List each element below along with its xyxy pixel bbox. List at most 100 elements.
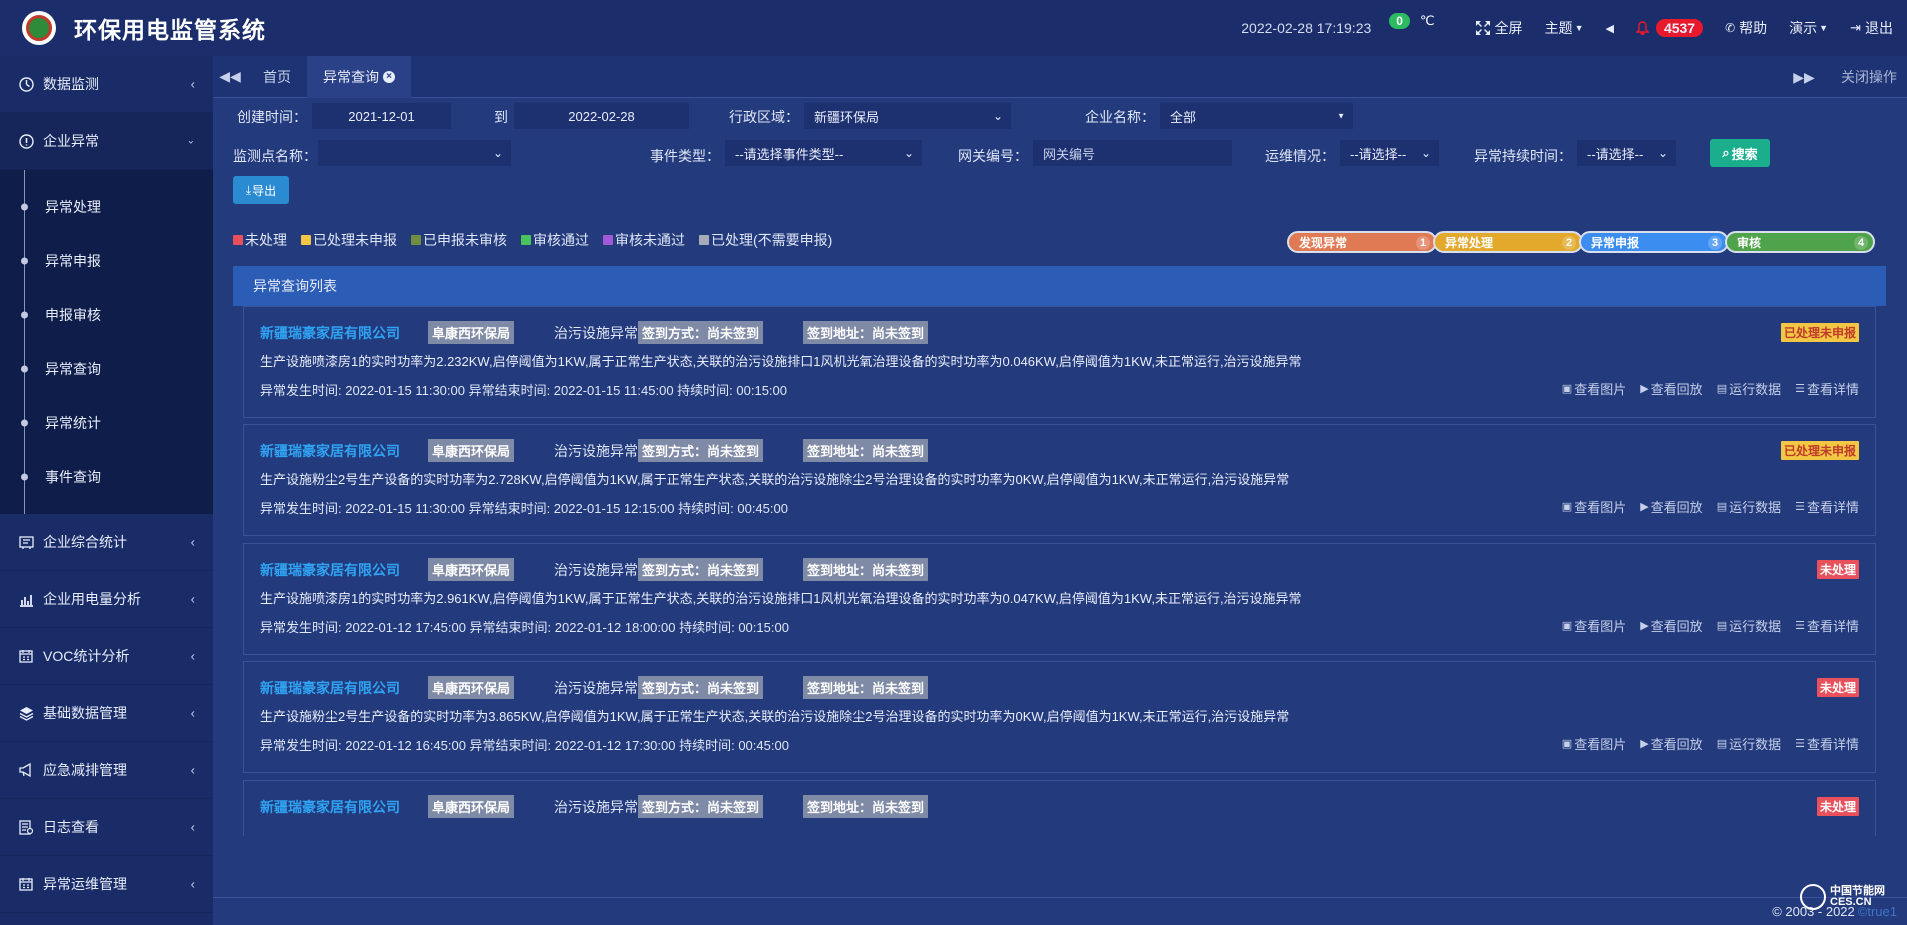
help-label: 帮助 xyxy=(1739,20,1768,36)
sidebar-item-label: VOC统计分析 xyxy=(43,648,130,664)
logout-button[interactable]: ⇥ 退出 xyxy=(1850,18,1893,38)
action-video-link[interactable]: ▶ 查看回放 xyxy=(1640,379,1702,398)
sign-address-tag: 签到地址：尚未签到 xyxy=(803,676,929,699)
calendar-icon xyxy=(18,876,34,892)
info-circle-icon xyxy=(18,133,34,149)
sign-address-tag: 签到地址：尚未签到 xyxy=(803,321,929,344)
tab-scroll-right-button[interactable]: ▶▶ xyxy=(1787,56,1821,98)
sidebar-item-power-analysis[interactable]: 企业用电量分析 ‹ xyxy=(0,571,213,628)
action-image-link[interactable]: ▣ 查看图片 xyxy=(1562,497,1626,516)
sidebar-item-enterprise-anomaly[interactable]: 企业异常 ⌄ xyxy=(0,113,213,170)
sidebar-item-data-monitoring[interactable]: 数据监测 ‹ xyxy=(0,56,213,113)
step-handle: 异常处理 2 xyxy=(1433,231,1583,253)
close-icon[interactable]: × xyxy=(383,70,395,83)
fullscreen-button[interactable]: 全屏 xyxy=(1475,18,1523,38)
action-video-link[interactable]: ▶ 查看回放 xyxy=(1640,734,1702,753)
list-item[interactable]: 新疆瑞豪家居有限公司 阜康西环保局 治污设施异常 签到方式：尚未签到 签到地址：尚未签到… xyxy=(243,661,1876,773)
event-type-value: --请选择事件类型-- xyxy=(735,146,844,162)
agency-tag: 阜康西环保局 xyxy=(428,795,515,818)
sidebar-item-label: 日志查看 xyxy=(43,819,99,835)
sidebar-item-voc-analysis[interactable]: VOC统计分析 ‹ xyxy=(0,628,213,685)
ops-status-select[interactable]: --请选择-- ⌄ xyxy=(1339,139,1440,167)
sidebar-item-enterprise-stats[interactable]: 企业综合统计 ‹ xyxy=(0,514,213,571)
submenu-item-anomaly-query[interactable]: 异常查询 xyxy=(0,342,213,396)
legend-item: 已申报未审核 xyxy=(411,230,507,250)
sidebar-item-emergency-reduction[interactable]: 应急减排管理 ‹ xyxy=(0,742,213,799)
submenu-item-event-query[interactable]: 事件查询 xyxy=(0,450,213,504)
search-label: 搜索 xyxy=(1731,146,1758,162)
company-select[interactable]: 全部 ▼ xyxy=(1159,102,1354,130)
collapse-left-button[interactable]: ◀ xyxy=(1605,22,1613,35)
help-button[interactable]: ✆ 帮助 xyxy=(1725,18,1767,38)
list-header: 异常查询列表 xyxy=(233,266,1886,306)
action-image-link[interactable]: ▣ 查看图片 xyxy=(1562,379,1626,398)
action-table-link[interactable]: ▤ 运行数据 xyxy=(1717,497,1781,516)
action-table-link[interactable]: ▤ 运行数据 xyxy=(1717,734,1781,753)
company-name[interactable]: 新疆瑞豪家居有限公司 xyxy=(260,797,428,817)
search-button[interactable]: ⌕ 搜索 xyxy=(1710,139,1770,167)
logo-icon xyxy=(22,11,56,45)
action-detail-link[interactable]: ☰ 查看详情 xyxy=(1795,497,1859,516)
anomaly-times: 异常发生时间: 2022-01-15 11:30:00 异常结束时间: 2022… xyxy=(260,501,788,516)
theme-dropdown[interactable]: 主题 ▼ xyxy=(1545,18,1584,38)
monitor-point-select[interactable]: ⌄ xyxy=(317,139,512,167)
list-item[interactable]: 新疆瑞豪家居有限公司 阜康西环保局 治污设施异常 签到方式：尚未签到 签到地址：尚未签到… xyxy=(243,543,1876,655)
action-detail-link[interactable]: ☰ 查看详情 xyxy=(1795,616,1859,635)
sidebar-item-basic-data[interactable]: 基础数据管理 ‹ xyxy=(0,685,213,742)
event-type-select[interactable]: --请选择事件类型-- ⌄ xyxy=(724,139,923,167)
sign-method-tag: 签到方式：尚未签到 xyxy=(638,321,764,344)
table-icon: ▤ xyxy=(1716,620,1728,632)
action-video-link[interactable]: ▶ 查看回放 xyxy=(1640,497,1702,516)
action-image-link[interactable]: ▣ 查看图片 xyxy=(1562,616,1626,635)
end-date-value: 2022-02-28 xyxy=(568,108,635,124)
action-video-link[interactable]: ▶ 查看回放 xyxy=(1640,616,1702,635)
anomaly-type: 治污设施异常 xyxy=(554,679,639,696)
alarm-button[interactable]: 4537 xyxy=(1635,19,1704,37)
action-detail-link[interactable]: ☰ 查看详情 xyxy=(1795,734,1859,753)
submenu-item-anomaly-stats[interactable]: 异常统计 xyxy=(0,396,213,450)
start-date-input[interactable]: 2021-12-01 xyxy=(311,102,452,130)
submenu-item-anomaly-handling[interactable]: 异常处理 xyxy=(0,180,213,234)
action-table-link[interactable]: ▤ 运行数据 xyxy=(1717,616,1781,635)
app-title: 环保用电监管系统 xyxy=(74,17,266,43)
anomaly-times: 异常发生时间: 2022-01-15 11:30:00 异常结束时间: 2022… xyxy=(260,383,787,398)
end-date-input[interactable]: 2022-02-28 xyxy=(513,102,690,130)
submenu-item-report-review[interactable]: 申报审核 xyxy=(0,288,213,342)
demo-dropdown[interactable]: 演示 ▼ xyxy=(1789,18,1828,38)
main-content: 创建时间： 2021-12-01 到 2022-02-28 行政区域： 新疆环保… xyxy=(213,98,1907,898)
action-image-link[interactable]: ▣ 查看图片 xyxy=(1562,734,1626,753)
duration-value: --请选择-- xyxy=(1587,146,1644,162)
submenu-item-anomaly-report[interactable]: 异常申报 xyxy=(0,234,213,288)
region-select[interactable]: 新疆环保局 ⌄ xyxy=(803,102,1012,130)
tab-home[interactable]: 首页 xyxy=(247,56,307,98)
company-name[interactable]: 新疆瑞豪家居有限公司 xyxy=(260,323,428,343)
export-button[interactable]: ⤓ 导出 xyxy=(233,176,289,204)
list-item[interactable]: 新疆瑞豪家居有限公司 阜康西环保局 治污设施异常 签到方式：尚未签到 签到地址：尚未签到… xyxy=(243,306,1876,418)
company-name[interactable]: 新疆瑞豪家居有限公司 xyxy=(260,678,428,698)
theme-label: 主题 xyxy=(1544,20,1573,36)
sidebar-item-log-view[interactable]: 日志查看 ‹ xyxy=(0,799,213,856)
sidebar-item-label: 企业综合统计 xyxy=(43,534,127,550)
detail-icon: ☰ xyxy=(1795,620,1805,632)
company-name[interactable]: 新疆瑞豪家居有限公司 xyxy=(260,441,428,461)
current-datetime: 2022-02-28 17:19:23 xyxy=(1241,20,1372,36)
footer: © 2003 - 2022 ©true1 xyxy=(213,897,1907,925)
status-legend: 未处理 已处理未申报 已申报未审核 审核通过 审核未通过 已处理(不需要申报) xyxy=(233,230,846,250)
sign-method-tag: 签到方式：尚未签到 xyxy=(638,439,764,462)
action-table-link[interactable]: ▤ 运行数据 xyxy=(1717,379,1781,398)
sidebar-item-anomaly-ops[interactable]: 异常运维管理 ‹ xyxy=(0,856,213,913)
action-detail-link[interactable]: ☰ 查看详情 xyxy=(1795,379,1859,398)
list-item[interactable]: 新疆瑞豪家居有限公司 阜康西环保局 治污设施异常 签到方式：尚未签到 签到地址：尚未签到… xyxy=(243,780,1876,836)
agency-tag: 阜康西环保局 xyxy=(428,676,515,699)
chevron-left-icon: ‹ xyxy=(190,591,195,607)
agency-tag: 阜康西环保局 xyxy=(428,558,515,581)
duration-select[interactable]: --请选择-- ⌄ xyxy=(1576,139,1677,167)
close-operations-button[interactable]: 关闭操作 xyxy=(1821,67,1907,87)
gateway-input[interactable]: 网关编号 xyxy=(1032,139,1233,167)
chevron-down-icon: ⌄ xyxy=(492,146,503,160)
list-item[interactable]: 新疆瑞豪家居有限公司 阜康西环保局 治污设施异常 签到方式：尚未签到 签到地址：尚未签到… xyxy=(243,424,1876,536)
log-icon xyxy=(18,819,34,835)
company-name[interactable]: 新疆瑞豪家居有限公司 xyxy=(260,560,428,580)
tab-anomaly-query[interactable]: 异常查询 × xyxy=(307,55,411,98)
tab-scroll-left-button[interactable]: ◀◀ xyxy=(213,56,247,98)
